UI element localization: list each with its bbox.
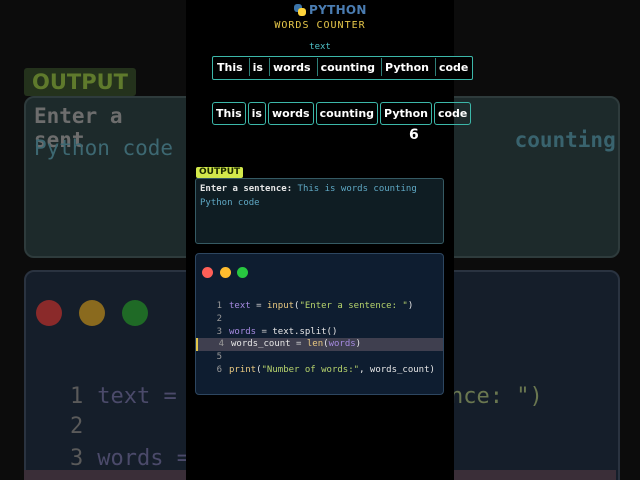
code-token: ) bbox=[355, 339, 362, 349]
word-token: words bbox=[267, 102, 314, 125]
text-string-box: This is words counting Python code bbox=[212, 56, 474, 80]
code-token: "Enter a sentence: " bbox=[299, 301, 408, 311]
code-token: = bbox=[290, 339, 307, 349]
bg-code-line-1-tail: nce: ") bbox=[450, 384, 543, 409]
word-count: 6 bbox=[409, 127, 419, 143]
bg-code-var: text = bbox=[97, 384, 177, 409]
bg-line-number: 3 bbox=[70, 446, 84, 471]
close-window-icon[interactable] bbox=[202, 267, 213, 278]
output-panel: Enter a sentence: This is words counting… bbox=[195, 178, 444, 244]
line-number: 4 bbox=[218, 339, 224, 349]
text-word: This bbox=[217, 60, 243, 74]
word-token: code bbox=[433, 102, 472, 125]
code-line[interactable]: 6 print("Number of words:", words_count) bbox=[196, 364, 443, 377]
word-token: counting bbox=[315, 102, 379, 125]
text-word: counting bbox=[316, 58, 378, 76]
line-number: 5 bbox=[216, 352, 222, 362]
code-line[interactable]: 4 words_count = len(words) bbox=[196, 338, 443, 351]
code-token: "Number of words:" bbox=[261, 365, 360, 375]
bg-red-dot bbox=[36, 300, 62, 326]
code-token: text bbox=[229, 301, 251, 311]
word-token: Python bbox=[380, 102, 432, 125]
word-token: This bbox=[212, 102, 246, 125]
text-word: words bbox=[268, 58, 314, 76]
bg-code-line-2: 2 bbox=[70, 414, 83, 439]
text-word: code bbox=[434, 58, 471, 76]
code-token: ) bbox=[407, 301, 414, 311]
line-number: 1 bbox=[216, 301, 222, 311]
maximize-window-icon[interactable] bbox=[237, 267, 248, 278]
bg-green-dot bbox=[122, 300, 148, 326]
code-token: text.split() bbox=[272, 327, 338, 337]
code-token: , words_count) bbox=[359, 365, 435, 375]
text-word: is bbox=[248, 58, 266, 76]
page-title: WORDS COUNTER bbox=[274, 20, 366, 31]
bg-line-number: 1 bbox=[70, 384, 84, 409]
code-line[interactable]: 1 text = input("Enter a sentence: ") bbox=[196, 300, 443, 313]
code-token: len bbox=[306, 339, 324, 349]
code-editor: 1 text = input("Enter a sentence: ") 2 3 wor… bbox=[195, 253, 444, 395]
split-words-list: This is words counting Python code bbox=[212, 102, 472, 125]
bg-code-string: nce: ") bbox=[450, 384, 543, 409]
bg-code-line-1: 1 text = bbox=[70, 384, 177, 409]
text-word: Python bbox=[381, 58, 432, 76]
line-number: 2 bbox=[216, 314, 222, 324]
code-token: = bbox=[250, 301, 267, 311]
bg-output-line2: Python code bbox=[34, 136, 174, 160]
bg-line-number: 2 bbox=[70, 414, 84, 439]
code-line[interactable]: 2 bbox=[196, 313, 443, 326]
code-token: print bbox=[229, 365, 257, 375]
bg-output-tag: OUTPUT bbox=[24, 68, 136, 96]
python-logo: PYTHON bbox=[294, 3, 367, 17]
bg-code-line-3: 3 words = bbox=[70, 446, 190, 471]
bg-yellow-dot bbox=[79, 300, 105, 326]
line-number: 6 bbox=[216, 365, 222, 375]
output-tag: OUTPUT bbox=[196, 167, 244, 178]
word-token: is bbox=[247, 102, 266, 125]
logo-text: PYTHON bbox=[309, 3, 367, 17]
minimize-window-icon[interactable] bbox=[220, 267, 231, 278]
output-prompt: Enter a sentence: bbox=[200, 184, 293, 194]
code-token: input bbox=[266, 301, 295, 311]
bg-output-value: counting bbox=[514, 128, 616, 152]
code-token: = bbox=[256, 327, 273, 337]
python-icon bbox=[294, 4, 306, 16]
code-token: words bbox=[229, 327, 257, 337]
code-token: words bbox=[328, 339, 356, 349]
code-line[interactable]: 5 bbox=[196, 351, 443, 364]
variable-label: text bbox=[309, 42, 331, 52]
bg-code-var: words = bbox=[97, 446, 190, 471]
output-input-2: Python code bbox=[200, 198, 260, 208]
output-input-1: This is words counting bbox=[297, 184, 417, 194]
code-token: words_count bbox=[231, 339, 291, 349]
